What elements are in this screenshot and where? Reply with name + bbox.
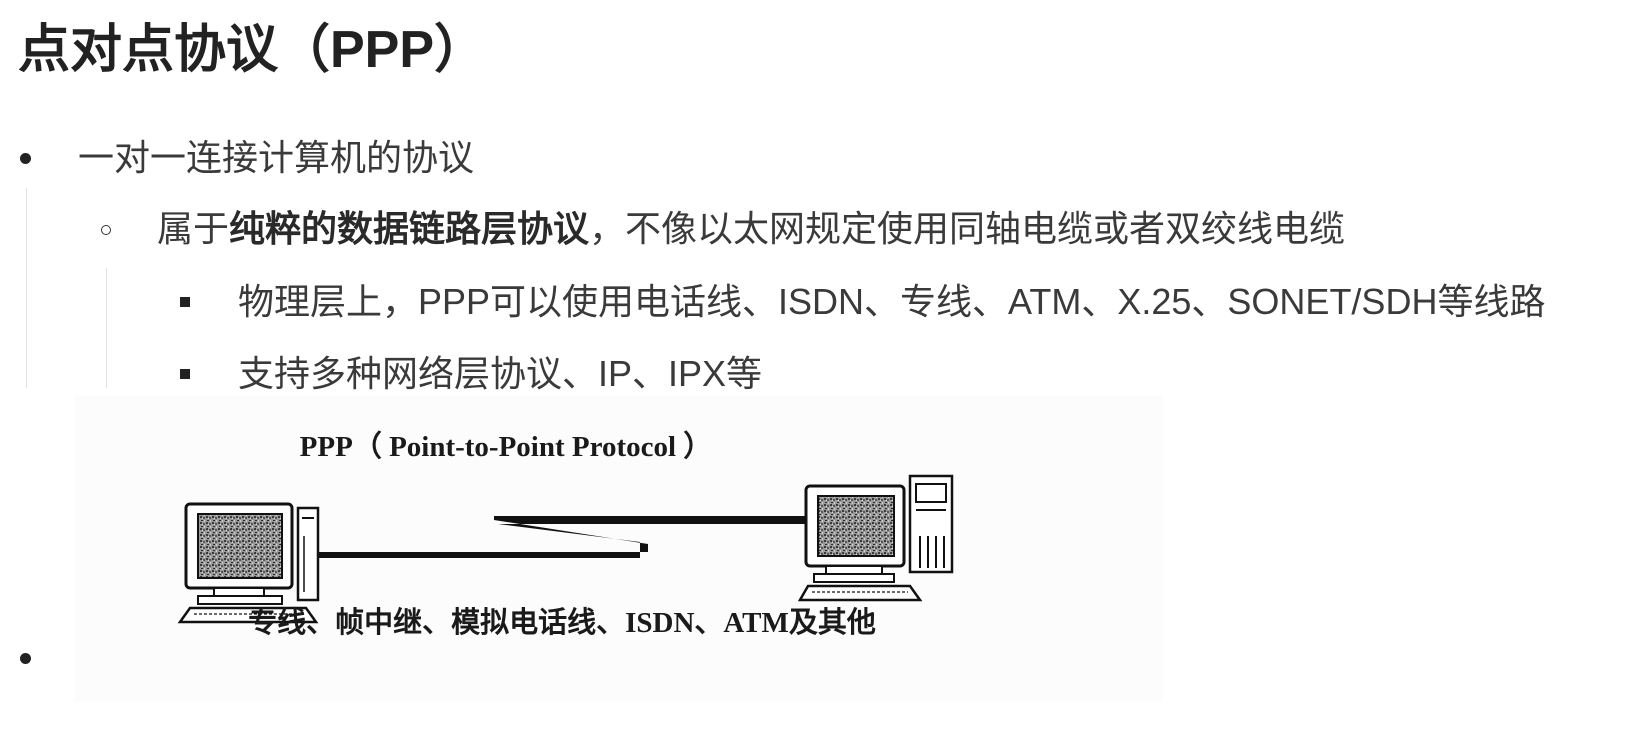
list-item-text: 物理层上，PPP可以使用电话线、ISDN、专线、ATM、X.25、SONET/S… (238, 281, 1546, 322)
text-suffix: ，不像以太网规定使用同轴电缆或者双绞线电缆 (589, 208, 1346, 249)
link-line-icon (318, 516, 810, 558)
text-prefix: 属于 (157, 208, 230, 249)
bullet-square-icon (180, 297, 190, 307)
figure-caption-bottom: 专线、帧中继、模拟电话线、ISDN、ATM及其他 (248, 605, 876, 639)
page-title: 点对点协议（PPP） (18, 21, 487, 79)
figure-caption-top: PPP（ Point-to-Point Protocol ） (300, 430, 713, 463)
computer-right-icon (797, 474, 954, 602)
ppp-diagram-image: PPP（ Point-to-Point Protocol ） 专线、帧中继、模拟… (74, 396, 1162, 702)
indent-guide-level-2 (106, 268, 107, 388)
bullet-disc-icon (20, 153, 31, 164)
list-item-text: 属于纯粹的数据链路层协议，不像以太网规定使用同轴电缆或者双绞线电缆 (157, 205, 1345, 253)
bullet-disc-icon (20, 653, 31, 664)
list-item-text: 一对一连接计算机的协议 (78, 137, 475, 178)
computer-left-icon (177, 502, 320, 624)
list-item-text: 支持多种网络层协议、IP、IPX等 (238, 353, 763, 394)
bullet-square-icon (180, 369, 190, 379)
bold-phrase: 纯粹的数据链路层协议 (229, 208, 590, 249)
indent-guide-level-1 (26, 188, 27, 388)
bullet-circle-icon (101, 225, 111, 235)
